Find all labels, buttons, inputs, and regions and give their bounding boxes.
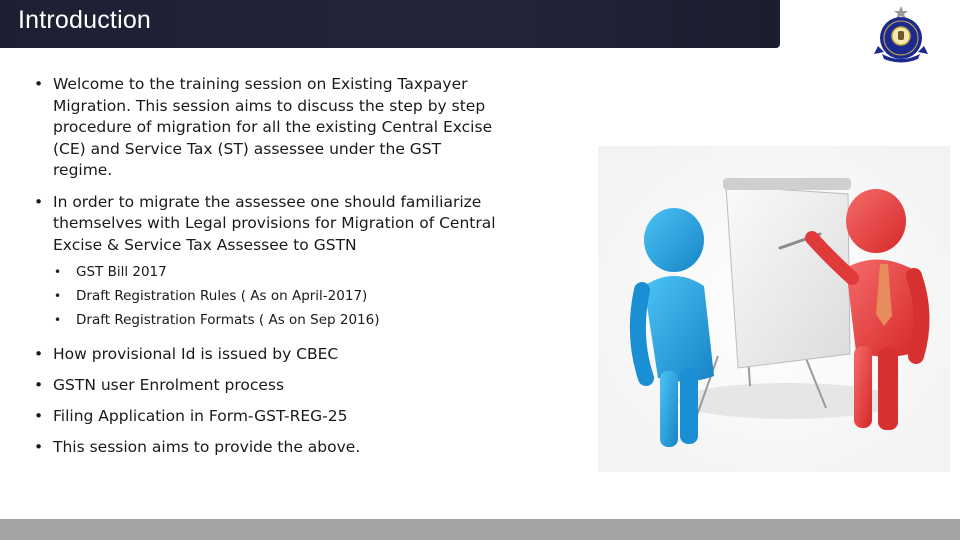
bullet-glyph: • [34, 376, 44, 394]
footer-bar [0, 519, 960, 540]
bullet-text: In order to migrate the assessee one sho… [53, 192, 496, 254]
cbec-emblem-icon [872, 4, 930, 64]
sub-bullet-text: Draft Registration Rules ( As on April-2… [76, 288, 368, 304]
slide-content: • Welcome to the training session on Exi… [34, 74, 504, 467]
bullet-glyph: • [34, 192, 44, 211]
bullet-glyph: • [34, 75, 44, 93]
bullet-glyph: • [54, 313, 62, 327]
sub-bullet-item: • Draft Registration Rules ( As on April… [54, 284, 504, 308]
bullet-text: Filing Application in Form-GST-REG-25 [53, 407, 348, 425]
bullet-glyph: • [34, 345, 44, 363]
bullet-text: This session aims to provide the above. [53, 438, 361, 456]
bullet-glyph: • [34, 407, 44, 425]
bullet-item: • How provisional Id is issued by CBEC [34, 343, 504, 365]
bullet-text: GSTN user Enrolment process [53, 376, 285, 394]
sub-bullet-text: GST Bill 2017 [76, 264, 167, 280]
presenter-flipchart-illustration-icon [598, 146, 950, 472]
bullet-item: • Filing Application in Form-GST-REG-25 [34, 405, 504, 427]
bullet-text: Welcome to the training session on Exist… [53, 75, 493, 179]
bullet-item: • Welcome to the training session on Exi… [34, 74, 504, 182]
bullet-text: How provisional Id is issued by CBEC [53, 345, 339, 363]
bullet-glyph: • [34, 438, 44, 456]
bullet-item: • GSTN user Enrolment process [34, 374, 504, 396]
sub-bullet-item: • GST Bill 2017 [54, 260, 504, 284]
bullet-glyph: • [54, 289, 62, 303]
bullet-glyph: • [54, 265, 62, 279]
sub-bullet-item: • Draft Registration Formats ( As on Sep… [54, 308, 504, 332]
sub-bullet-text: Draft Registration Formats ( As on Sep 2… [76, 312, 380, 328]
bullet-item: • In order to migrate the assessee one s… [34, 192, 504, 257]
title-bar: Introduction [0, 0, 780, 48]
slide-title: Introduction [18, 6, 152, 34]
bullet-item: • This session aims to provide the above… [34, 436, 504, 458]
